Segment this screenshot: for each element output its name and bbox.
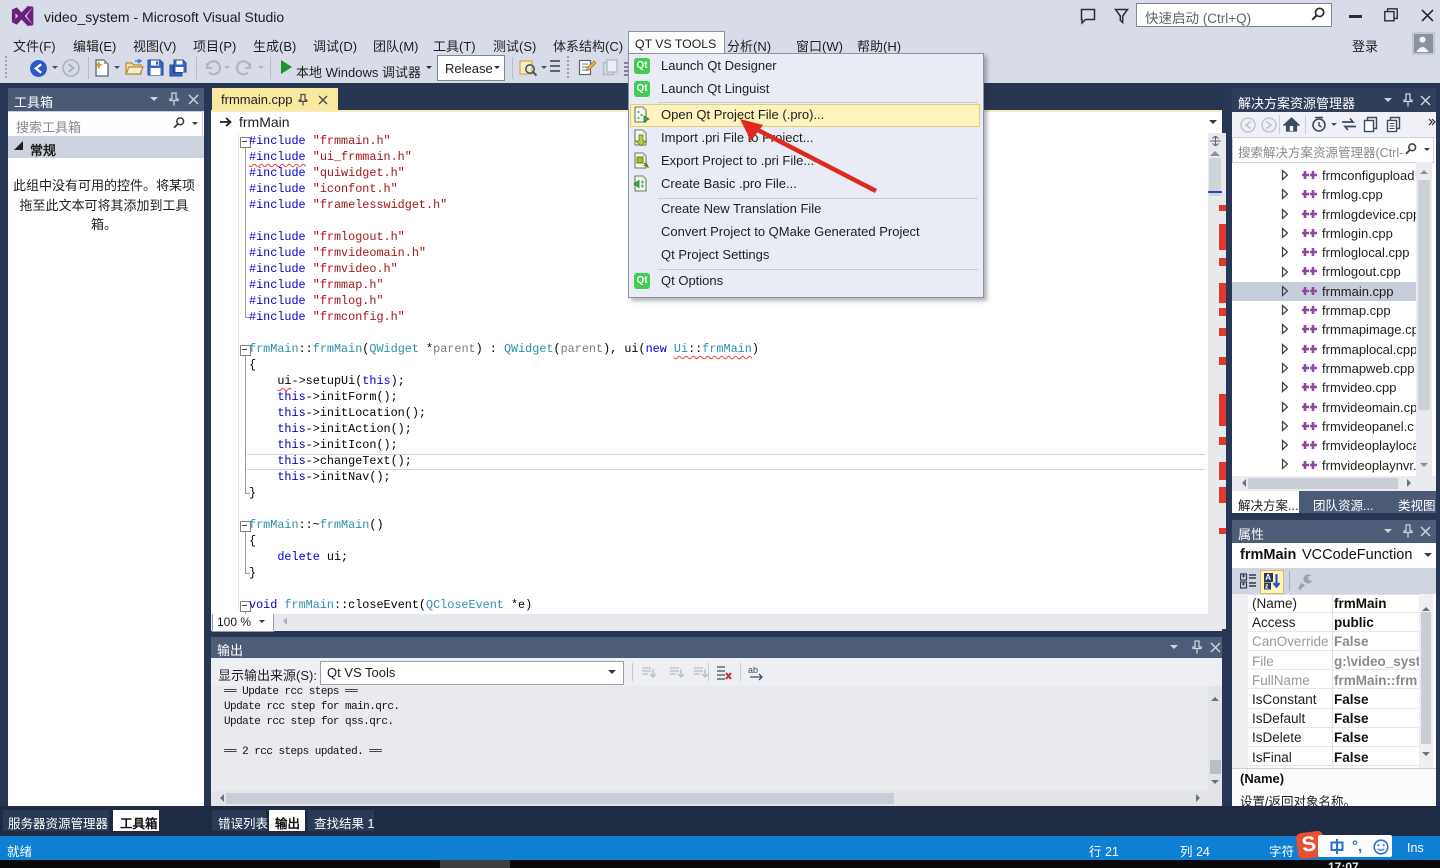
svg-text:ab: ab <box>748 665 758 675</box>
svg-text:A: A <box>1265 573 1271 582</box>
svg-text:z: z <box>1265 584 1269 591</box>
